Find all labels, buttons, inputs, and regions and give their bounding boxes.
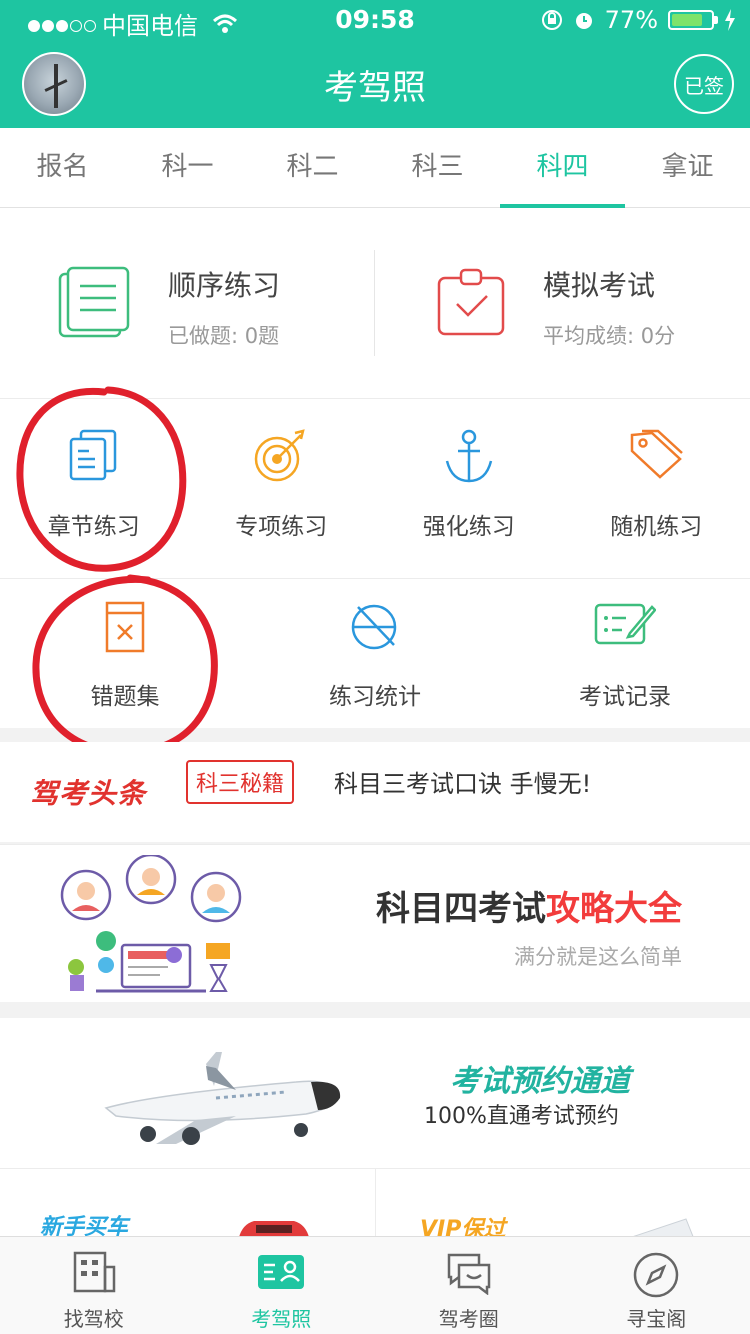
tab-subject-3[interactable]: 科三 (375, 128, 500, 207)
topic-practice-item[interactable]: 专项练习 (188, 399, 376, 578)
strategy-banner[interactable]: 科目四考试攻略大全 满分就是这么简单 (0, 844, 750, 1002)
vip-pass-banner[interactable]: VIP保过 (375, 1169, 750, 1238)
practice-grid-row2: 错题集 练习统计 考试记录 (0, 578, 750, 728)
intensive-practice-item[interactable]: 强化练习 (375, 399, 563, 578)
charging-icon (725, 9, 735, 31)
news-headline[interactable]: 科目三考试口诀 手慢无! (334, 764, 591, 799)
anchor-icon (445, 429, 492, 483)
chat-bubbles-icon (447, 1253, 490, 1295)
intensive-practice-label: 强化练习 (422, 514, 515, 540)
record-edit-icon (594, 603, 656, 645)
tab-subject-2[interactable]: 科二 (250, 128, 375, 207)
nav-community-label: 驾考圈 (438, 1307, 499, 1331)
building-icon (73, 1251, 115, 1293)
header-bar: 中国电信 09:58 77% 考驾照 已签 (0, 0, 750, 128)
page-title: 考驾照 (324, 68, 426, 108)
wrong-questions-item[interactable]: 错题集 (0, 579, 250, 728)
document-stack-icon (69, 429, 116, 481)
alarm-icon (575, 13, 592, 29)
practice-stats-item[interactable]: 练习统计 (250, 579, 500, 728)
target-icon (255, 429, 305, 482)
people-illustration-icon (60, 855, 242, 993)
practice-grid-row1: 章节练习 专项练习 强化练习 随机练习 (0, 398, 750, 578)
id-card-icon (258, 1255, 305, 1289)
nav-driving-license[interactable]: 考驾照 (188, 1237, 376, 1334)
booking-subtitle: 100%直通考试预约 (424, 1104, 619, 1129)
chapter-practice-item[interactable]: 章节练习 (0, 399, 188, 578)
bottom-tab-bar: 找驾校 考驾照 驾考圈 寻宝阁 (0, 1236, 750, 1334)
news-tag: 科三秘籍 (186, 760, 295, 804)
news-logo: 驾考头条 (30, 777, 147, 810)
airplane-icon (104, 1052, 341, 1145)
nav-driving-license-label: 考驾照 (251, 1307, 312, 1331)
stats-icon (351, 604, 397, 650)
vip-pass-title: VIP保过 (420, 1217, 506, 1238)
nav-community[interactable]: 驾考圈 (375, 1237, 563, 1334)
exam-records-label: 考试记录 (579, 684, 671, 710)
sequential-practice-subtitle: 已做题: 0题 (168, 324, 280, 348)
car-icon (238, 1221, 310, 1238)
tag-icon (631, 429, 684, 479)
sign-in-button[interactable]: 已签 (674, 54, 734, 114)
strategy-subtitle: 满分就是这么简单 (514, 945, 682, 969)
sequential-practice-title: 顺序练习 (168, 269, 281, 302)
tab-subject-1[interactable]: 科一 (125, 128, 250, 207)
error-book-icon (105, 601, 145, 653)
nav-find-school-label: 找驾校 (63, 1307, 124, 1331)
rotation-lock-icon (541, 10, 562, 30)
chapter-practice-label: 章节练习 (47, 514, 140, 540)
nav-find-school[interactable]: 找驾校 (0, 1237, 188, 1334)
notebook-icon (58, 266, 130, 338)
booking-banner[interactable]: 考试预约通道 100%直通考试预约 (0, 1018, 750, 1168)
battery-percent: 77% (604, 6, 658, 34)
mock-exam-subtitle: 平均成绩: 0分 (543, 324, 676, 348)
strategy-title: 科目四考试攻略大全 (376, 889, 682, 929)
status-bar: 中国电信 09:58 77% (0, 0, 750, 40)
sequential-practice-card[interactable]: 顺序练习 已做题: 0题 (0, 248, 375, 358)
random-practice-label: 随机练习 (610, 514, 703, 540)
status-right: 77% (541, 6, 736, 34)
ticket-icon (627, 1218, 695, 1238)
subject-tabs: 报名 科一 科二 科三 科四 拿证 (0, 128, 750, 208)
practice-stats-label: 练习统计 (329, 684, 421, 710)
nav-treasure[interactable]: 寻宝阁 (563, 1237, 750, 1334)
topic-practice-label: 专项练习 (235, 514, 328, 540)
tab-signup[interactable]: 报名 (0, 128, 125, 207)
mock-exam-card[interactable]: 模拟考试 平均成绩: 0分 (375, 248, 750, 358)
nav-treasure-label: 寻宝阁 (626, 1307, 687, 1331)
promo-banner-row: 新手买车 VIP保过 (0, 1168, 750, 1238)
practice-card-section: 顺序练习 已做题: 0题 模拟考试 平均成绩: 0分 (0, 208, 750, 398)
booking-title: 考试预约通道 (450, 1064, 630, 1099)
tab-subject-4[interactable]: 科四 (500, 128, 625, 208)
battery-icon (668, 10, 718, 30)
buy-car-title: 新手买车 (40, 1215, 129, 1238)
news-ticker[interactable]: 驾考头条 科三秘籍 科目三考试口诀 手慢无! (0, 742, 750, 842)
clipboard-check-icon (437, 268, 505, 336)
buy-car-banner[interactable]: 新手买车 (0, 1169, 375, 1238)
exam-records-item[interactable]: 考试记录 (500, 579, 750, 728)
mock-exam-title: 模拟考试 (543, 269, 656, 302)
tab-get-license[interactable]: 拿证 (625, 128, 750, 207)
wrong-questions-label: 错题集 (90, 684, 160, 710)
random-practice-item[interactable]: 随机练习 (563, 399, 750, 578)
compass-icon (634, 1252, 679, 1298)
